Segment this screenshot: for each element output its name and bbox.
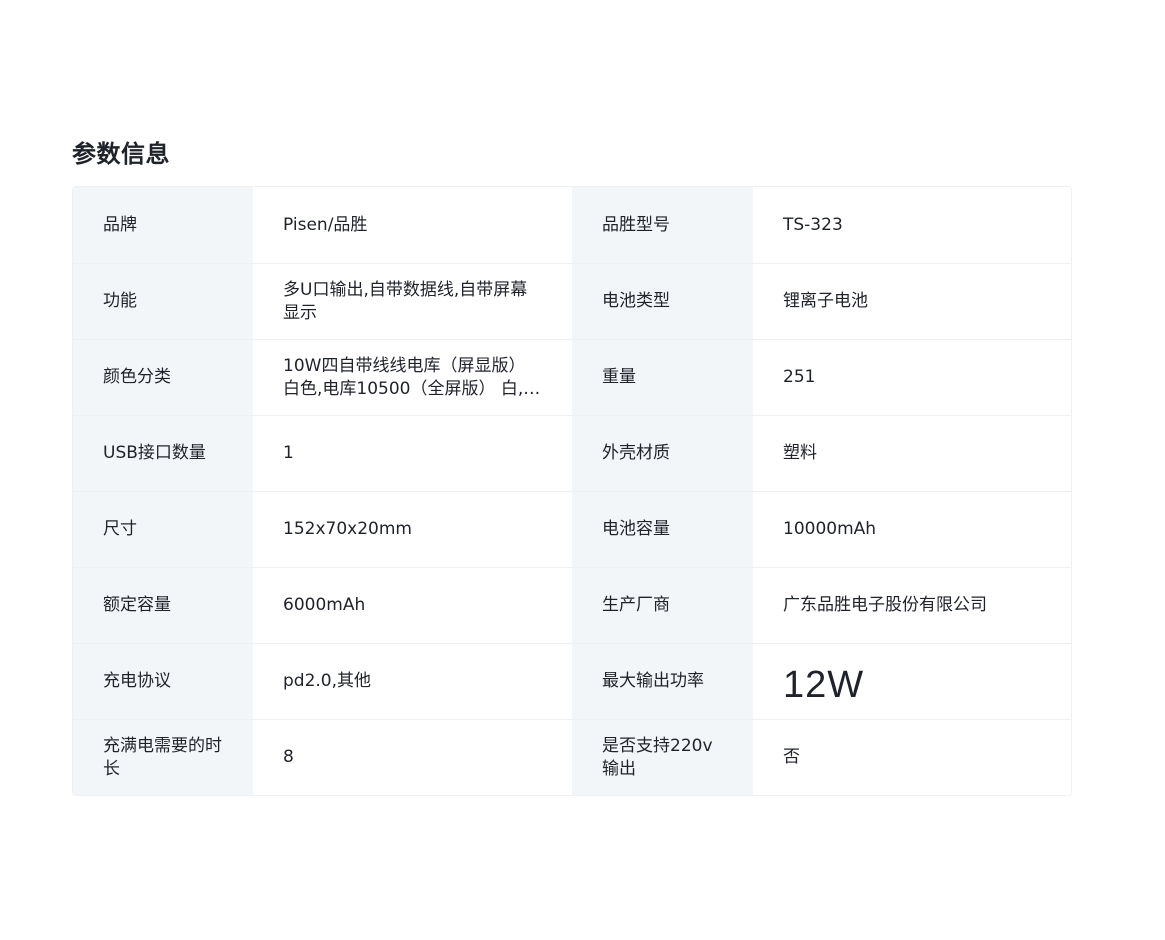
param-row-rated-capacity: 额定容量 6000mAh 生产厂商 广东品胜电子股份有限公司 bbox=[73, 567, 1071, 643]
param-row-size: 尺寸 152x70x20mm 电池容量 10000mAh bbox=[73, 491, 1071, 567]
param-value-function-text: 多U口输出,自带数据线,自带屏幕显示 bbox=[283, 279, 528, 323]
param-label-brand: 品牌 bbox=[73, 187, 253, 263]
param-row-function: 功能 多U口输出,自带数据线,自带屏幕显示 电池类型 锂离子电池 bbox=[73, 263, 1071, 339]
param-label-weight: 重量 bbox=[572, 340, 753, 415]
param-value-brand: Pisen/品胜 bbox=[253, 187, 572, 263]
param-value-battery-type: 锂离子电池 bbox=[753, 264, 1071, 339]
param-label-full-charge-time: 充满电需要的时长 bbox=[73, 720, 253, 795]
param-value-max-output: 12W bbox=[753, 644, 1071, 719]
param-label-manufacturer: 生产厂商 bbox=[572, 568, 753, 643]
param-label-battery-type: 电池类型 bbox=[572, 264, 753, 339]
param-value-color-text: 10W四自带线线电库（屏显版）白色,电库10500（全屏版） 白,… bbox=[283, 355, 541, 399]
param-value-color: 10W四自带线线电库（屏显版）白色,电库10500（全屏版） 白,… bbox=[253, 340, 572, 415]
param-label-max-output: 最大输出功率 bbox=[572, 644, 753, 719]
param-row-usb: USB接口数量 1 外壳材质 塑料 bbox=[73, 415, 1071, 491]
param-label-color: 颜色分类 bbox=[73, 340, 253, 415]
param-value-usb-count: 1 bbox=[253, 416, 572, 491]
param-label-full-charge-time-text: 充满电需要的时长 bbox=[103, 735, 222, 779]
param-row-full-charge-time: 充满电需要的时长 8 是否支持220v输出 否 bbox=[73, 719, 1071, 795]
param-value-charging-protocol: pd2.0,其他 bbox=[253, 644, 572, 719]
param-value-full-charge-time: 8 bbox=[253, 720, 572, 795]
param-label-model: 品胜型号 bbox=[572, 187, 753, 263]
param-label-charging-protocol: 充电协议 bbox=[73, 644, 253, 719]
section-title: 参数信息 bbox=[72, 140, 170, 168]
param-value-max-output-text: 12W bbox=[783, 663, 865, 706]
param-value-shell-material: 塑料 bbox=[753, 416, 1071, 491]
param-value-size: 152x70x20mm bbox=[253, 492, 572, 567]
param-label-rated-capacity: 额定容量 bbox=[73, 568, 253, 643]
param-value-brand-text: Pisen/品胜 bbox=[283, 214, 368, 235]
param-row-brand: 品牌 Pisen/品胜 品胜型号 TS-323 bbox=[73, 187, 1071, 263]
param-row-charging-protocol: 充电协议 pd2.0,其他 最大输出功率 12W bbox=[73, 643, 1071, 719]
param-label-size: 尺寸 bbox=[73, 492, 253, 567]
param-value-weight: 251 bbox=[753, 340, 1071, 415]
param-label-battery-capacity: 电池容量 bbox=[572, 492, 753, 567]
param-label-220v-output: 是否支持220v输出 bbox=[572, 720, 753, 795]
param-value-battery-capacity: 10000mAh bbox=[753, 492, 1071, 567]
param-row-color: 颜色分类 10W四自带线线电库（屏显版）白色,电库10500（全屏版） 白,… … bbox=[73, 339, 1071, 415]
param-value-rated-capacity: 6000mAh bbox=[253, 568, 572, 643]
param-value-function: 多U口输出,自带数据线,自带屏幕显示 bbox=[253, 264, 572, 339]
params-table: 品牌 Pisen/品胜 品胜型号 TS-323 功能 多U口输出,自带数据线,自… bbox=[72, 186, 1072, 796]
param-label-usb-count: USB接口数量 bbox=[73, 416, 253, 491]
param-value-manufacturer: 广东品胜电子股份有限公司 bbox=[753, 568, 1071, 643]
param-label-220v-output-text: 是否支持220v输出 bbox=[602, 735, 713, 779]
param-value-220v-output: 否 bbox=[753, 720, 1071, 795]
param-label-shell-material: 外壳材质 bbox=[572, 416, 753, 491]
param-label-function: 功能 bbox=[73, 264, 253, 339]
param-value-model: TS-323 bbox=[753, 187, 1071, 263]
